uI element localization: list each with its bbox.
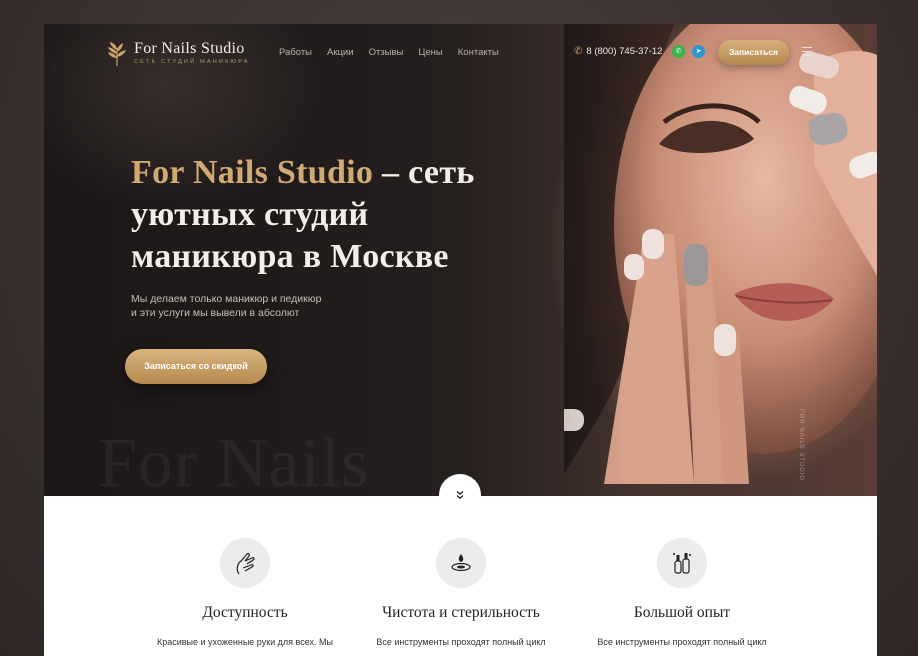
hero-title-brand: For Nails Studio (131, 154, 374, 191)
hero-lead: Мы делаем только маникюр и педикюр и эти… (131, 292, 391, 320)
hero-section: For Nails Studio сеть студий маникюра Ра… (44, 24, 877, 496)
hero-title-part-1: – сеть (373, 154, 475, 191)
landing-page: For Nails Studio сеть студий маникюра Ра… (44, 24, 877, 656)
logo-subtitle: сеть студий маникюра (134, 59, 250, 65)
feature-item: Большой опыт Все инструменты проходят по… (572, 538, 792, 649)
feature-icon-circle (657, 538, 707, 588)
hand-icon (236, 553, 255, 575)
logo-title: For Nails Studio (134, 40, 245, 57)
hero-lead-line-2: и эти услуги мы вывели в абсолют (131, 307, 300, 319)
nav-prices[interactable]: Цены (418, 47, 442, 58)
nav-reviews[interactable]: Отзывы (369, 47, 404, 58)
feature-title: Большой опыт (633, 604, 731, 621)
chevrons-down-icon (456, 491, 464, 500)
vertical-label: FOR NAILS STUDIO (798, 409, 804, 482)
nav-contacts[interactable]: Контакты (458, 47, 499, 58)
phone-icon: ✆ (574, 46, 583, 57)
feature-description: Все инструменты проходят полный цикл (376, 637, 546, 647)
nail-polish-icon (673, 553, 691, 574)
feature-description: Все инструменты проходят полный цикл (597, 637, 767, 647)
nav-promotions[interactable]: Акции (327, 47, 354, 58)
main-nav: Работы Акции Отзывы Цены Контакты (279, 47, 499, 58)
phone-link[interactable]: ✆ 8 (800) 745-37-12 (574, 46, 662, 57)
signup-button[interactable]: Записаться (718, 40, 789, 65)
feature-title: Доступность (202, 604, 288, 621)
feature-icon-circle (220, 538, 270, 588)
phone-number: 8 (800) 745-37-12 (586, 46, 663, 57)
hero-title-part-2: уютных студий (131, 196, 369, 233)
hero-title-part-3: маникюра в Москве (131, 238, 449, 275)
feature-item: Чистота и стерильность Все инструменты п… (351, 538, 571, 649)
discount-signup-button[interactable]: Записаться со скидкой (125, 349, 267, 384)
telegram-icon[interactable]: ➤ (692, 45, 705, 58)
leaf-icon (108, 42, 126, 66)
feature-icon-circle (436, 538, 486, 588)
nav-works[interactable]: Работы (279, 47, 312, 58)
feature-description: Красивые и ухоженные руки для всех. Мы (156, 637, 333, 647)
feature-title: Чистота и стерильность (382, 604, 540, 621)
drop-icon (451, 554, 471, 572)
hero-lead-line-1: Мы делаем только маникюр и педикюр (131, 293, 322, 305)
menu-icon[interactable] (802, 47, 812, 58)
hero-watermark: For Nails (98, 425, 370, 496)
feature-item: Доступность Красивые и ухоженные руки дл… (135, 538, 355, 649)
scroll-down-button[interactable] (439, 474, 481, 516)
hero-title: For Nails Studio – сеть уютных студий ма… (131, 152, 531, 278)
features-section: Доступность Красивые и ухоженные руки дл… (44, 496, 877, 656)
logo[interactable]: For Nails Studio сеть студий маникюра (106, 40, 250, 66)
whatsapp-icon[interactable]: ✆ (672, 45, 685, 58)
